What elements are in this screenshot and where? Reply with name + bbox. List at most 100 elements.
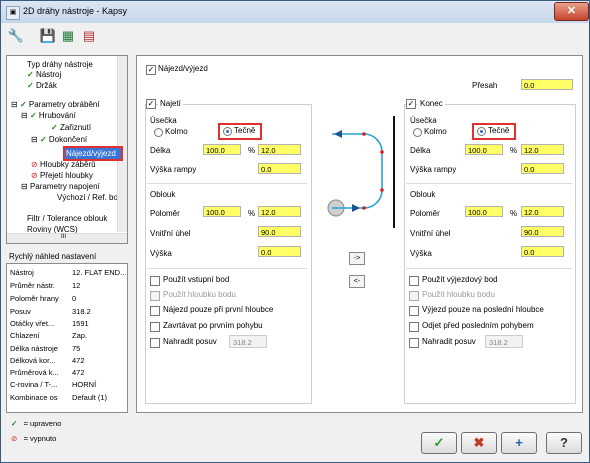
- toolpath-curve: [332, 133, 383, 209]
- copy-right-button[interactable]: ->: [349, 252, 365, 265]
- entry-length-field[interactable]: 12.0: [258, 144, 301, 155]
- entry-use-depth-label: Použít hloubku bodu: [163, 290, 236, 299]
- quick-key: Poloměr hrany: [10, 294, 59, 303]
- disabled-icon: ⊘: [31, 171, 40, 180]
- collapse-icon[interactable]: ⊟: [21, 111, 30, 120]
- tree-item-linking[interactable]: ⊟ Parametry napojení: [21, 182, 100, 191]
- legend-disabled-label: = vypnuto: [23, 434, 57, 443]
- tree-item-break-through[interactable]: ⊘ Přejetí hloubky: [31, 171, 93, 180]
- exit-retract-last-checkbox[interactable]: [409, 322, 419, 332]
- copy-left-button[interactable]: <-: [349, 275, 365, 288]
- tree-item-cut-params[interactable]: ⊟ ✓ Parametry obrábění: [11, 100, 100, 109]
- cancel-button[interactable]: ✖: [461, 432, 497, 454]
- exit-sweep-field[interactable]: 90.0: [521, 226, 564, 237]
- ok-button[interactable]: ✓: [421, 432, 457, 454]
- separator: [406, 183, 572, 184]
- entry-exit-checkbox[interactable]: ✓: [146, 65, 156, 75]
- exit-use-point-checkbox[interactable]: [409, 276, 419, 286]
- help-button[interactable]: ?: [546, 432, 582, 454]
- tree-horizontal-scrollbar[interactable]: III: [7, 233, 127, 243]
- tree-item-depth-cuts[interactable]: ⊘ Hloubky záběrů: [31, 160, 96, 169]
- entry-height-field[interactable]: 0.0: [258, 246, 301, 257]
- entry-override-feed-checkbox[interactable]: [150, 338, 160, 348]
- exit-feed-field[interactable]: 318.2: [485, 335, 523, 348]
- check-icon: ✓: [27, 70, 36, 79]
- exit-length-pct-field[interactable]: 100.0: [465, 144, 503, 155]
- tree-vertical-scrollbar[interactable]: [117, 56, 127, 232]
- entry-override-feed-label: Nahradit posuv: [163, 337, 217, 346]
- tree-item-label: Přejetí hloubky: [39, 171, 93, 180]
- exit-override-feed-checkbox[interactable]: [409, 338, 419, 348]
- collapse-icon[interactable]: ⊟: [11, 100, 20, 109]
- entry-length-pct-field[interactable]: 100.0: [203, 144, 241, 155]
- tree-item-home-ref[interactable]: Výchozí / Ref. bod: [57, 193, 122, 202]
- separator: [147, 183, 307, 184]
- tree-item-label: Parametry obrábění: [28, 100, 100, 109]
- exit-ramp-label: Výška rampy: [410, 165, 457, 174]
- entry-perp-radio[interactable]: [154, 128, 163, 137]
- entry-use-point-checkbox[interactable]: [150, 276, 160, 286]
- tree-item-holder[interactable]: ✓ Držák: [27, 81, 57, 90]
- collapse-icon[interactable]: ⊟: [31, 135, 40, 144]
- tree-item-tool[interactable]: ✓ Nástroj: [27, 70, 61, 79]
- entry-length-label: Délka: [150, 146, 171, 155]
- tree-item-toolpath-type[interactable]: Typ dráhy nástroje: [27, 60, 93, 69]
- exit-height-field[interactable]: 0.0: [521, 246, 564, 257]
- entry-arc-title: Oblouk: [150, 190, 176, 199]
- exit-last-depth-checkbox[interactable]: [409, 306, 419, 316]
- check-icon: ✓: [11, 419, 18, 428]
- quick-key: Posuv: [10, 307, 31, 316]
- entry-radius-pct-field[interactable]: 100.0: [203, 206, 241, 217]
- entry-sweep-field[interactable]: 90.0: [258, 226, 301, 237]
- exit-checkbox[interactable]: ✓: [406, 99, 416, 109]
- close-button[interactable]: ✕: [554, 2, 589, 21]
- tree-item-entry-exit-selected[interactable]: Nájezd/výjezd: [63, 146, 123, 161]
- entry-ramp-first-checkbox[interactable]: [150, 322, 160, 332]
- entry-first-depth-checkbox[interactable]: [150, 306, 160, 316]
- tree-item-plunge[interactable]: ✓ Zařiznutí: [51, 123, 91, 132]
- tree-item-finishing[interactable]: ⊟ ✓ Dokončení: [31, 135, 87, 144]
- exit-radius-pct-sign: %: [510, 209, 518, 218]
- legend-edited-label: = upraveno: [23, 419, 62, 428]
- entry-tangent-radio[interactable]: [223, 127, 232, 136]
- legend-edited: ✓ = upraveno: [11, 419, 61, 428]
- quick-row: Průměrová k... 472: [10, 368, 85, 378]
- exit-radius-label: Poloměr: [410, 209, 440, 218]
- entry-checkbox[interactable]: ✓: [146, 99, 156, 109]
- collapse-icon[interactable]: ⊟: [21, 182, 30, 191]
- exit-perp-radio[interactable]: [413, 128, 422, 137]
- dialog-window: ▣ 2D dráhy nástroje - Kapsy ✕ 🔧 💾 ▦ ▤ Ty…: [0, 0, 590, 463]
- entry-use-depth-checkbox[interactable]: [150, 291, 160, 301]
- overlap-field[interactable]: 0.0: [521, 79, 573, 90]
- exit-ramp-field[interactable]: 0.0: [521, 163, 564, 174]
- exit-use-depth-checkbox[interactable]: [409, 291, 419, 301]
- library-icon[interactable]: ▤: [80, 27, 98, 45]
- entry-title: Najetí: [158, 99, 183, 108]
- quick-value: Zap.: [72, 331, 88, 340]
- tool-icon[interactable]: 🔧: [7, 27, 25, 45]
- tree-item-label: Dokončení: [48, 135, 88, 144]
- exit-length-field[interactable]: 12.0: [521, 144, 564, 155]
- entry-radius-field[interactable]: 12.0: [258, 206, 301, 217]
- entry-ramp-first-label: Zavrtávat po prvním pohybu: [163, 321, 263, 330]
- exit-last-depth-label: Výjezd pouze na poslední hloubce: [422, 305, 544, 314]
- quick-value: Default (1): [72, 393, 108, 402]
- entry-ramp-field[interactable]: 0.0: [258, 163, 301, 174]
- tree-item-roughing[interactable]: ⊟ ✓ Hrubování: [21, 111, 76, 120]
- entry-feed-field[interactable]: 318.2: [229, 335, 267, 348]
- exit-title: Konec: [418, 99, 445, 108]
- check-icon: ✓: [27, 81, 36, 90]
- path-node: [380, 150, 384, 154]
- exit-retract-last-label: Odjet před posledním pohybem: [422, 321, 534, 330]
- apply-button[interactable]: +: [501, 432, 537, 454]
- tree-item-arc-filter[interactable]: Filtr / Tolerance oblouk: [27, 214, 107, 223]
- tree-item-label: Parametry napojení: [29, 182, 100, 191]
- disabled-icon: ⊘: [31, 160, 40, 169]
- save-all-icon[interactable]: ▦: [59, 27, 77, 45]
- exit-radius-pct-field[interactable]: 100.0: [465, 206, 503, 217]
- exit-tangent-radio[interactable]: [477, 127, 486, 136]
- exit-radius-field[interactable]: 12.0: [521, 206, 564, 217]
- save-icon[interactable]: 💾: [39, 27, 57, 45]
- exit-use-depth-label: Použít hloubku bodu: [422, 290, 495, 299]
- entry-sweep-label: Vnitřní úhel: [150, 229, 191, 238]
